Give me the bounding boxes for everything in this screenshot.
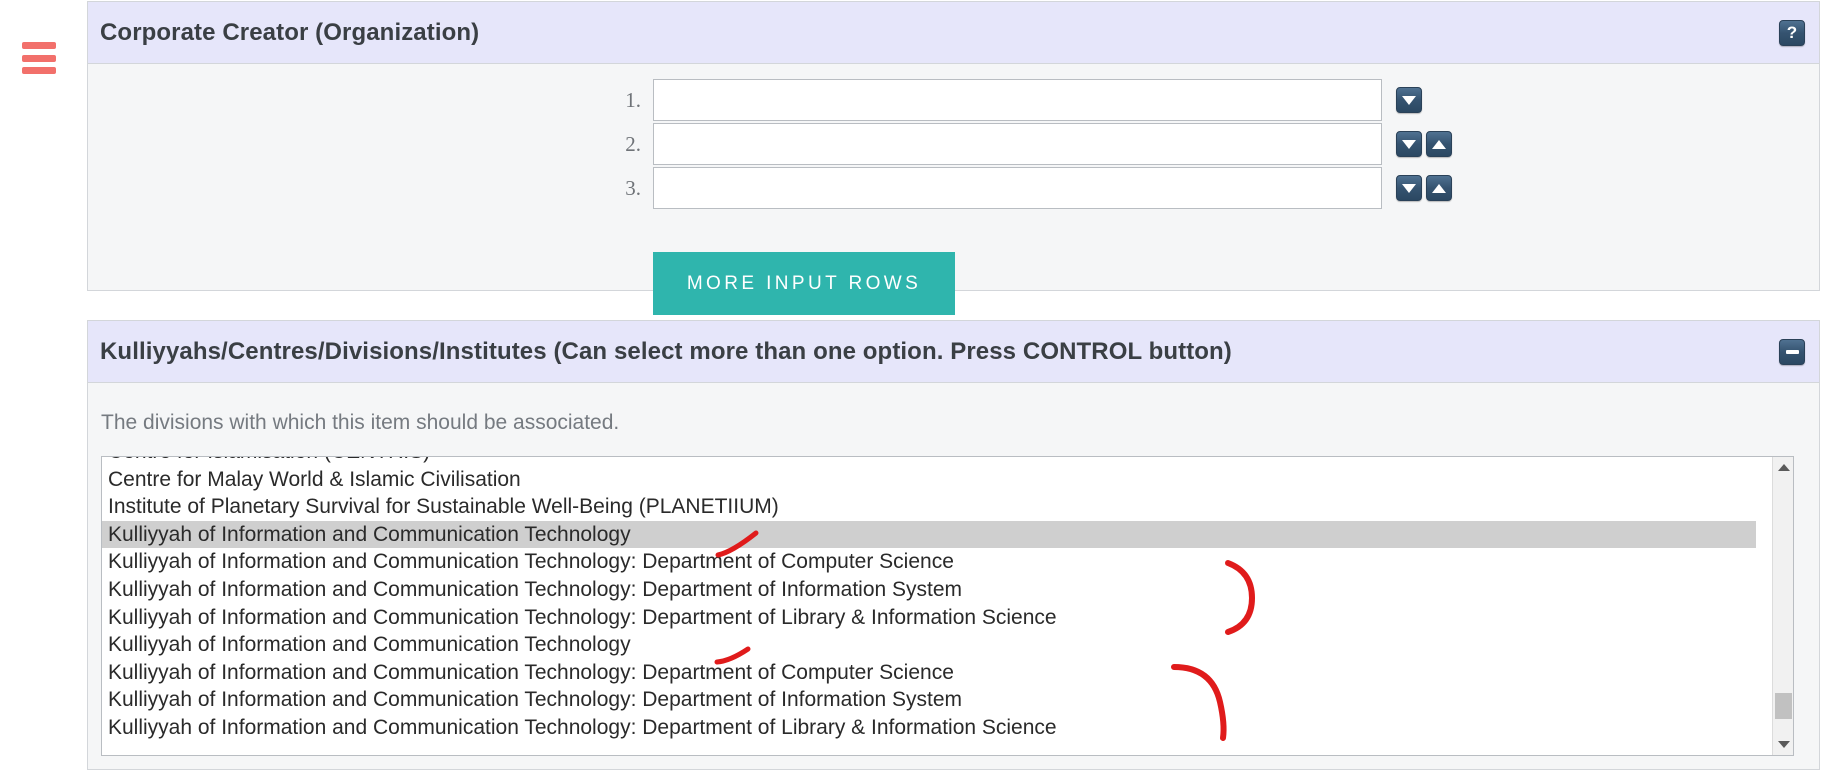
list-item[interactable]: Institute of Planetary Survival for Sust… xyxy=(102,493,1756,521)
list-item[interactable]: Kulliyyah of Information and Communicati… xyxy=(102,659,1756,687)
row-arrows-2 xyxy=(1396,131,1452,157)
minus-icon xyxy=(1785,349,1799,354)
row-arrows-3 xyxy=(1396,175,1452,201)
panel-divisions: Kulliyyahs/Centres/Divisions/Institutes … xyxy=(87,320,1820,770)
triangle-up-icon xyxy=(1777,464,1790,471)
move-down-button-3[interactable] xyxy=(1396,175,1422,201)
list-item-selected[interactable]: Kulliyyah of Information and Communicati… xyxy=(102,520,1756,549)
scrollbar-thumb[interactable] xyxy=(1775,693,1792,719)
divisions-scrollbar[interactable] xyxy=(1772,457,1793,755)
more-input-rows-button[interactable]: MORE INPUT ROWS xyxy=(653,252,955,315)
row-number-3: 3. xyxy=(625,175,641,200)
panel-corporate-creator: Corporate Creator (Organization) ? 1. 2. xyxy=(87,1,1820,315)
help-button[interactable]: ? xyxy=(1779,19,1805,46)
hamburger-bar-2 xyxy=(22,54,56,62)
triangle-down-icon xyxy=(1402,139,1416,149)
list-item[interactable]: Kulliyyah of Information and Communicati… xyxy=(102,604,1756,632)
input-row-3: 3. xyxy=(88,166,1819,210)
list-item[interactable]: Kulliyyah of Information and Communicati… xyxy=(102,714,1756,742)
hamburger-menu-icon[interactable] xyxy=(22,42,56,74)
list-item[interactable]: Centre for Islamisation (CENTRIS) xyxy=(102,457,1756,466)
hamburger-bar-3 xyxy=(22,67,56,74)
row-number-1: 1. xyxy=(625,87,641,112)
divisions-title: Kulliyyahs/Centres/Divisions/Institutes … xyxy=(100,337,1232,365)
question-mark-icon: ? xyxy=(1786,23,1798,42)
move-up-button-2[interactable] xyxy=(1426,131,1452,157)
list-item[interactable]: Kulliyyah of Information and Communicati… xyxy=(102,686,1756,714)
move-up-button-3[interactable] xyxy=(1426,175,1452,201)
corporate-creator-input-1[interactable] xyxy=(653,79,1382,121)
divisions-multiselect[interactable]: Centre for Islamisation (CENTRIS) Centre… xyxy=(101,456,1794,756)
row-arrows-1 xyxy=(1396,87,1422,113)
corporate-creator-input-3[interactable] xyxy=(653,167,1382,209)
list-item[interactable]: Kulliyyah of Information and Communicati… xyxy=(102,576,1756,604)
list-item[interactable]: Kulliyyah of Information and Communicati… xyxy=(102,631,1756,659)
list-item[interactable]: Centre for Malay World & Islamic Civilis… xyxy=(102,466,1756,494)
row-number-2: 2. xyxy=(625,131,641,156)
panel-header-divisions: Kulliyyahs/Centres/Divisions/Institutes … xyxy=(88,321,1819,383)
triangle-down-icon xyxy=(1777,741,1790,748)
triangle-down-icon xyxy=(1402,183,1416,193)
triangle-down-icon xyxy=(1402,95,1416,105)
move-down-button-1[interactable] xyxy=(1396,87,1422,113)
scroll-up-arrow-icon[interactable] xyxy=(1773,457,1793,478)
hamburger-bar-1 xyxy=(22,42,56,49)
divisions-description: The divisions with which this item shoul… xyxy=(101,411,620,434)
input-row-1: 1. xyxy=(88,78,1819,122)
collapse-button[interactable] xyxy=(1779,338,1805,365)
scroll-down-arrow-icon[interactable] xyxy=(1773,734,1793,755)
page-title: Corporate Creator (Organization) xyxy=(100,18,480,46)
list-item[interactable]: Kulliyyah of Information and Communicati… xyxy=(102,548,1756,576)
divisions-option-list: Centre for Islamisation (CENTRIS) Centre… xyxy=(102,457,1756,742)
triangle-up-icon xyxy=(1432,183,1446,193)
triangle-up-icon xyxy=(1432,139,1446,149)
corporate-creator-input-rows: 1. 2. 3. xyxy=(88,78,1819,210)
corporate-creator-input-2[interactable] xyxy=(653,123,1382,165)
input-row-2: 2. xyxy=(88,122,1819,166)
page-root: Corporate Creator (Organization) ? 1. 2. xyxy=(0,0,1821,772)
move-down-button-2[interactable] xyxy=(1396,131,1422,157)
panel-header-corporate-creator: Corporate Creator (Organization) ? xyxy=(88,2,1819,64)
